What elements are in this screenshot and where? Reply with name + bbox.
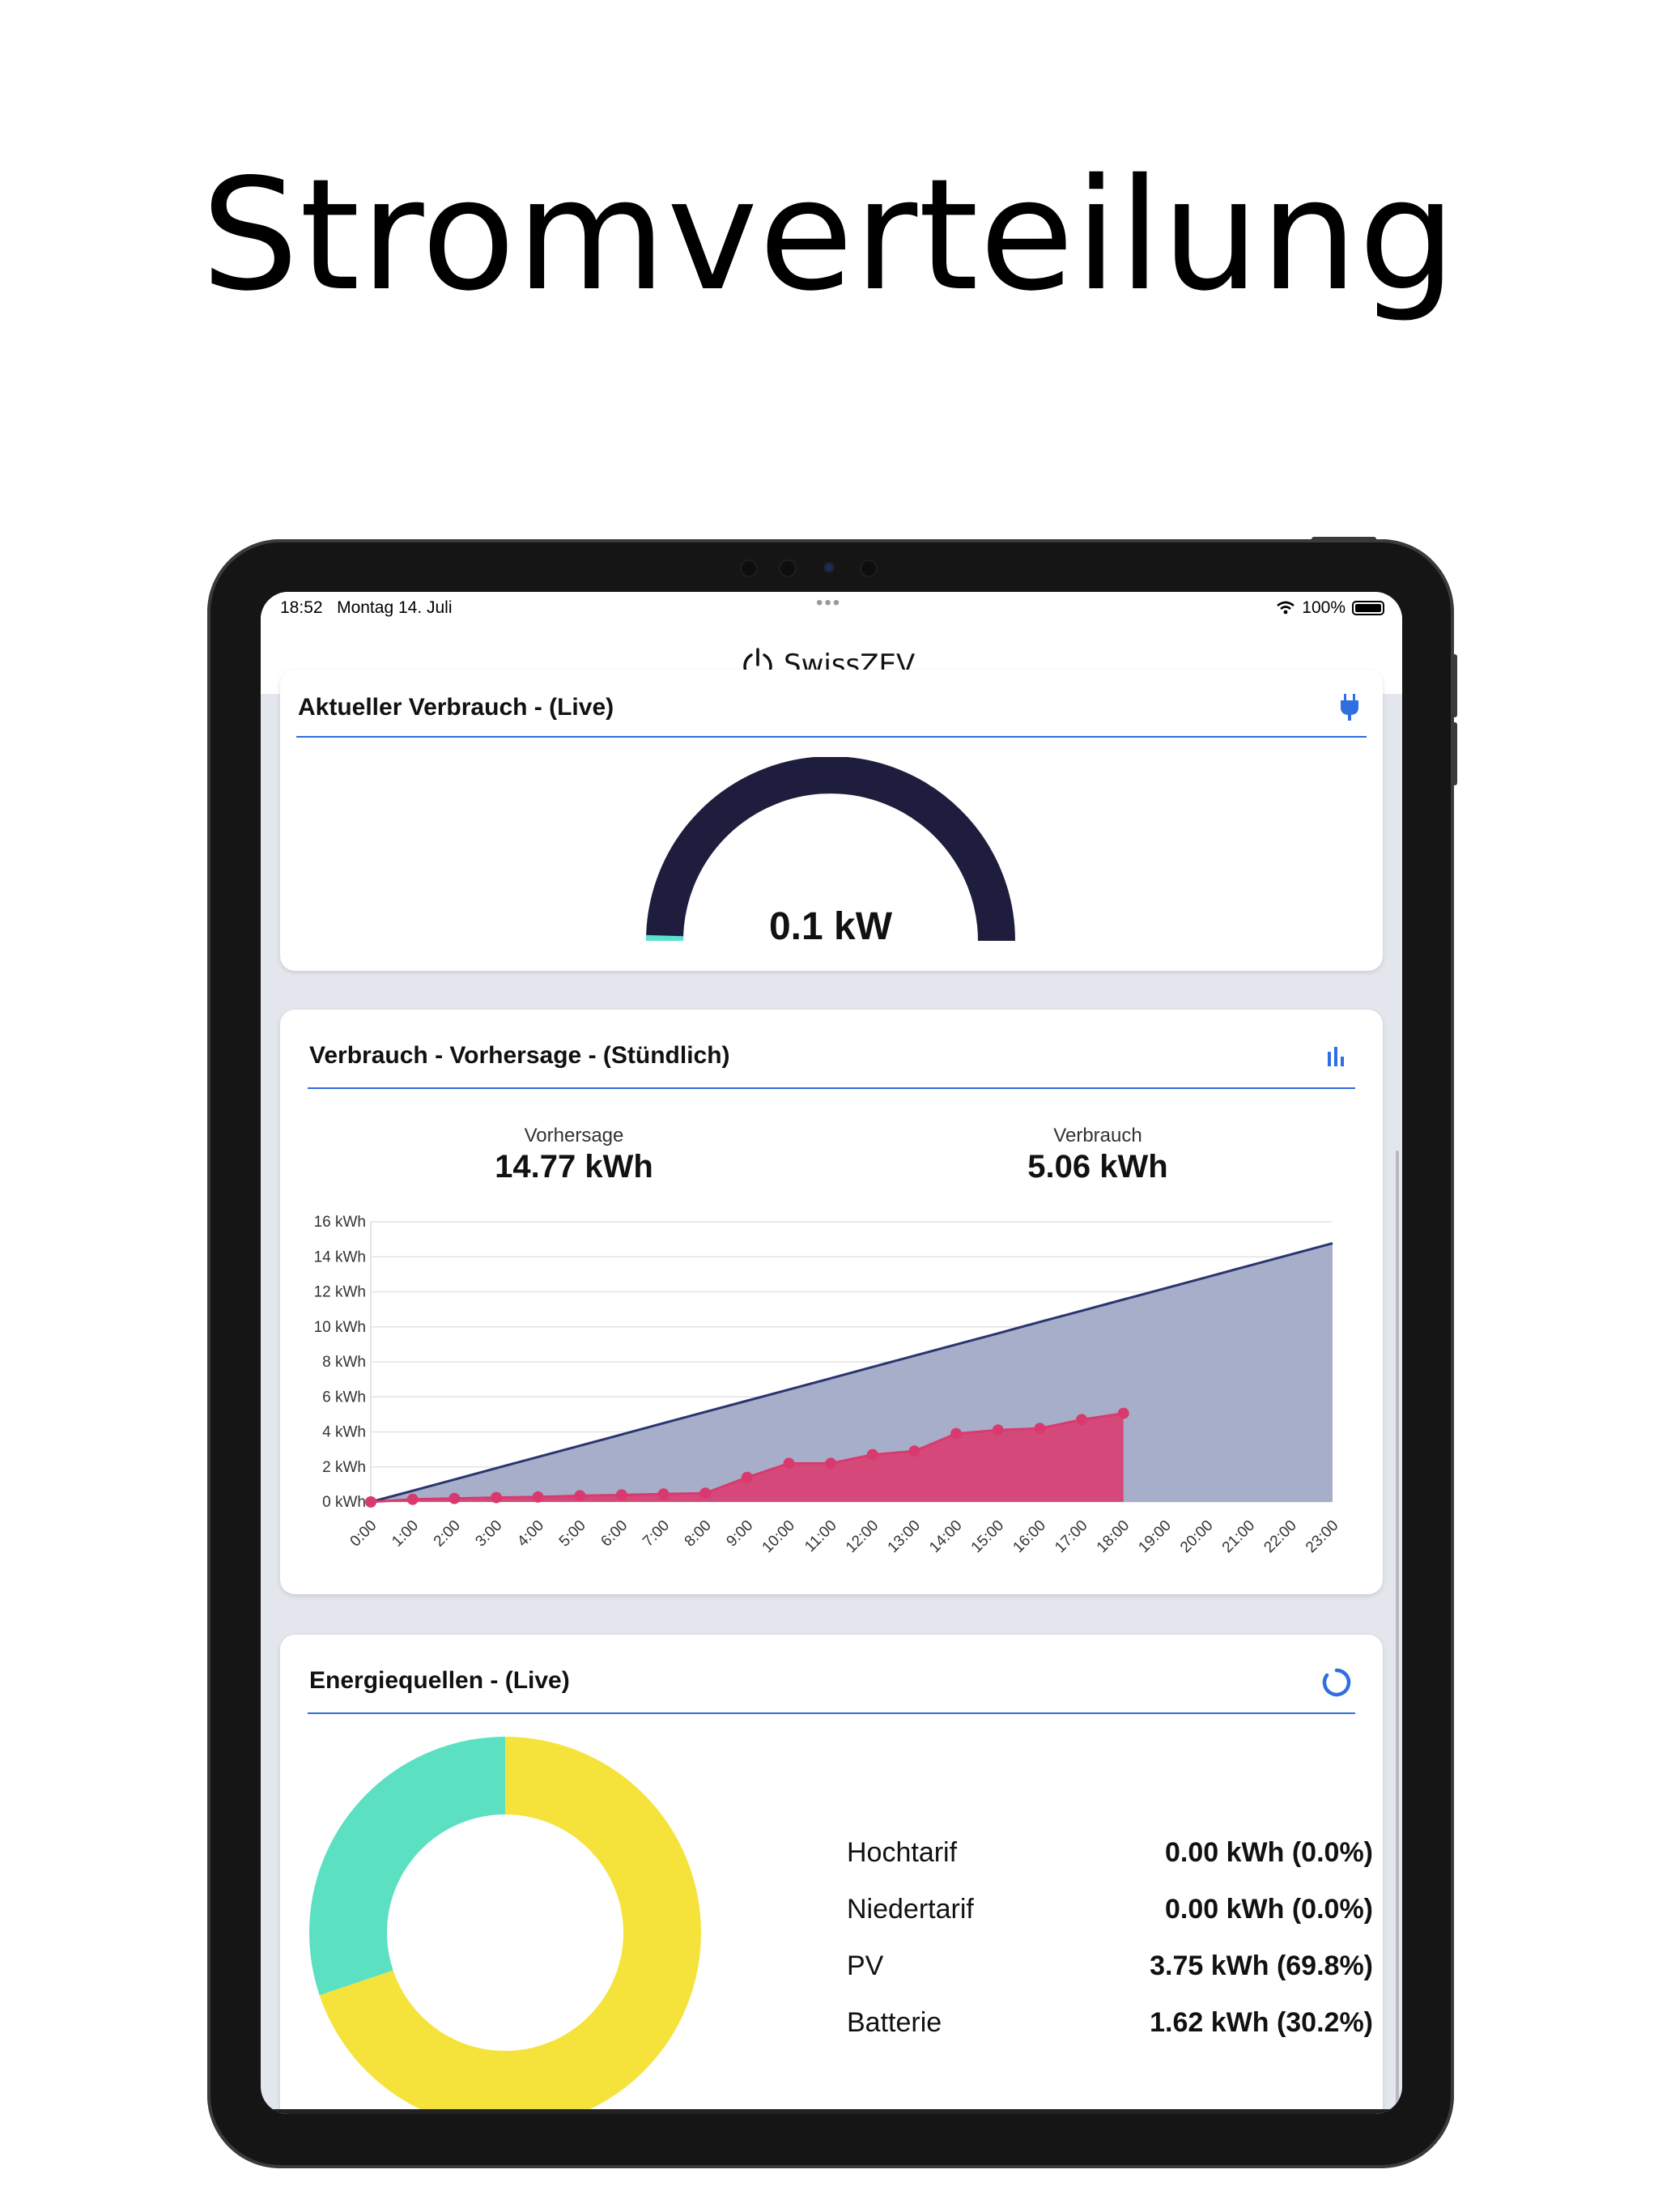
- x-tick-label: 19:00: [1135, 1517, 1174, 1556]
- x-tick-label: 5:00: [556, 1517, 589, 1551]
- data-point: [1076, 1414, 1088, 1426]
- gauge-value: 0.1 kW: [768, 905, 893, 948]
- source-row-niedertarif: Niedertarif 0.00 kWh (0.0%): [847, 1894, 1373, 1934]
- card-divider: [296, 736, 1367, 738]
- multitasking-dots[interactable]: •••: [816, 592, 841, 615]
- x-tick-label: 6:00: [597, 1517, 631, 1551]
- app-screen: 18:52 Montag 14. Juli ••• 100% SwissZEV …: [261, 592, 1402, 2114]
- source-value: 1.62 kWh (30.2%): [1150, 2007, 1373, 2038]
- hourly-chart: 0 kWh 2 kWh 4 kWh 6 kWh 8 kWh 10 kWh 12 kWh 14 …: [314, 1214, 1342, 1556]
- data-point: [741, 1471, 753, 1483]
- data-point: [1034, 1423, 1046, 1435]
- status-right: 100%: [1276, 598, 1384, 618]
- x-tick-label: 12:00: [843, 1517, 882, 1556]
- data-point: [365, 1496, 376, 1508]
- battery-icon: [1352, 601, 1384, 615]
- data-point: [950, 1427, 963, 1440]
- x-tick-label: 20:00: [1177, 1517, 1216, 1556]
- data-point: [1117, 1407, 1129, 1419]
- x-tick-label: 9:00: [723, 1517, 756, 1551]
- page-headline: Stromverteilung: [201, 146, 1457, 325]
- y-tick-label: 14 kWh: [314, 1249, 366, 1266]
- status-bar: 18:52 Montag 14. Juli ••• 100%: [261, 592, 1402, 626]
- y-tick-label: 10 kWh: [314, 1319, 366, 1336]
- battery-percent: 100%: [1302, 598, 1346, 617]
- data-point: [783, 1457, 795, 1470]
- x-tick-label: 15:00: [968, 1517, 1007, 1556]
- source-label: PV: [847, 1950, 884, 1981]
- energy-sources-card: Energiequellen - (Live) Hochtarif 0.00 k…: [280, 1635, 1383, 2114]
- y-tick-label: 2 kWh: [322, 1459, 366, 1476]
- y-tick-label: 16 kWh: [314, 1214, 366, 1231]
- x-tick-label: 2:00: [431, 1517, 464, 1551]
- data-point: [574, 1490, 586, 1502]
- data-point: [699, 1487, 712, 1499]
- energy-donut-chart: [309, 1737, 701, 2114]
- y-tick-label: 0 kWh: [322, 1494, 366, 1511]
- x-tick-label: 21:00: [1219, 1517, 1258, 1556]
- source-row-batterie: Batterie 1.62 kWh (30.2%): [847, 2007, 1373, 2048]
- x-tick-label: 1:00: [389, 1517, 422, 1551]
- x-tick-label: 8:00: [682, 1517, 715, 1551]
- camera-dot: [861, 561, 876, 576]
- data-point: [866, 1448, 878, 1461]
- x-tick-label: 0:00: [347, 1517, 380, 1551]
- data-point: [406, 1493, 419, 1505]
- x-tick-label: 22:00: [1261, 1517, 1299, 1556]
- forecast-card: Verbrauch - Vorhersage - (Stündlich) Vor…: [280, 1010, 1383, 1594]
- data-point: [449, 1492, 461, 1504]
- source-value: 3.75 kWh (69.8%): [1150, 1950, 1373, 1981]
- data-point: [825, 1457, 837, 1470]
- x-tick-label: 16:00: [1010, 1517, 1049, 1556]
- x-tick-label: 18:00: [1094, 1517, 1133, 1556]
- source-value: 0.00 kWh (0.0%): [1165, 1894, 1373, 1925]
- source-label: Niedertarif: [847, 1894, 974, 1925]
- y-tick-label: 6 kWh: [322, 1389, 366, 1406]
- x-tick-label: 13:00: [885, 1517, 924, 1556]
- y-tick-label: 8 kWh: [322, 1354, 366, 1371]
- source-label: Batterie: [847, 2007, 942, 2038]
- scrollbar[interactable]: [1396, 1151, 1399, 2114]
- camera-lens: [825, 564, 833, 572]
- wifi-icon: [1277, 601, 1295, 615]
- data-point: [908, 1445, 920, 1457]
- x-tick-label: 3:00: [472, 1517, 505, 1551]
- x-tick-label: 10:00: [759, 1517, 798, 1556]
- x-tick-label: 4:00: [514, 1517, 547, 1551]
- data-point: [657, 1488, 670, 1500]
- x-tick-label: 11:00: [801, 1517, 840, 1555]
- x-tick-label: 7:00: [640, 1517, 673, 1551]
- source-value: 0.00 kWh (0.0%): [1165, 1837, 1373, 1868]
- data-point: [992, 1424, 1004, 1436]
- live-consumption-card: Aktueller Verbrauch - (Live) 0.1 kW: [280, 670, 1383, 971]
- x-tick-label: 14:00: [926, 1517, 965, 1556]
- card-title: Aktueller Verbrauch - (Live): [298, 694, 614, 721]
- source-row-pv: PV 3.75 kWh (69.8%): [847, 1950, 1373, 1991]
- plug-icon[interactable]: [1339, 694, 1360, 721]
- y-tick-label: 12 kWh: [314, 1284, 366, 1301]
- camera-dot: [742, 561, 756, 576]
- bottom-edge: [261, 2109, 1402, 2114]
- x-tick-label: 17:00: [1052, 1517, 1090, 1556]
- source-row-hochtarif: Hochtarif 0.00 kWh (0.0%): [847, 1837, 1373, 1878]
- camera-dot: [780, 561, 795, 576]
- refresh-icon[interactable]: [1321, 1667, 1352, 1698]
- status-time: 18:52 Montag 14. Juli: [280, 598, 453, 617]
- source-label: Hochtarif: [847, 1837, 958, 1868]
- x-tick-label: 23:00: [1303, 1517, 1341, 1556]
- data-point: [491, 1491, 502, 1504]
- y-tick-label: 4 kWh: [322, 1424, 366, 1441]
- card-title: Energiequellen - (Live): [309, 1667, 570, 1694]
- card-divider: [308, 1712, 1355, 1714]
- data-point: [532, 1491, 544, 1503]
- data-point: [615, 1489, 627, 1501]
